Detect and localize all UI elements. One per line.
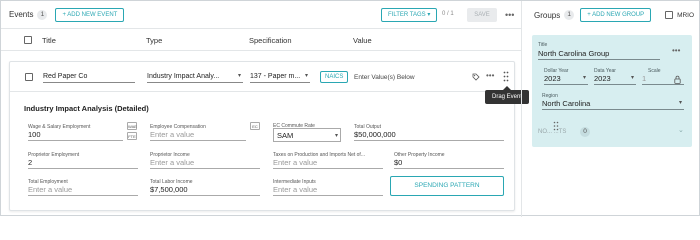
event-type-select[interactable]: Industry Impact Analy... ▾ <box>147 71 243 83</box>
chevron-down-icon: ▾ <box>678 100 682 106</box>
column-type: Type <box>146 36 163 45</box>
spending-pattern-button[interactable]: SPENDING PATTERN <box>390 176 504 196</box>
region-value: North Carolina <box>542 99 591 108</box>
panel-divider <box>521 1 522 217</box>
chevron-down-icon: ▾ <box>334 133 338 139</box>
taxes-input[interactable]: Enter a value <box>273 157 383 169</box>
group-card: Title North Carolina Group ••• Dollar Ye… <box>532 35 692 147</box>
other-property-income-input[interactable]: $0 <box>394 157 504 169</box>
group-events-label: NO... ...TS <box>538 129 567 135</box>
event-type-value: Industry Impact Analy... <box>147 73 220 80</box>
chevron-down-icon: ▾ <box>630 75 634 81</box>
groups-toolbar: Groups 1 + ADD NEW GROUP MRIO <box>522 1 700 29</box>
naics-button[interactable]: NAICS <box>320 71 349 83</box>
intermediate-inputs-input[interactable]: Enter a value <box>273 184 383 196</box>
total-employment-input[interactable]: Enter a value <box>28 184 138 196</box>
proprietor-employment-input[interactable]: 2 <box>28 157 138 169</box>
lock-icon[interactable] <box>674 75 681 84</box>
event-specification-select[interactable]: 137 - Paper m... ▾ <box>250 71 310 83</box>
column-title: Title <box>42 36 56 45</box>
dollar-year-value: 2023 <box>544 74 561 83</box>
total-output-input[interactable]: $50,000,000 <box>354 129 504 141</box>
chevron-down-icon: ▾ <box>582 75 586 81</box>
add-new-event-button[interactable]: + ADD NEW EVENT <box>55 7 125 22</box>
chevron-down-icon: ▾ <box>427 12 431 18</box>
save-button[interactable]: SAVE <box>467 8 497 22</box>
scale-value: 1 <box>642 74 647 83</box>
app-frame: Events 1 + ADD NEW EVENT FILTER TAGS ▾ 0… <box>0 0 700 217</box>
event-more-icon[interactable]: ••• <box>486 71 494 80</box>
drag-handle-icon[interactable] <box>503 71 509 82</box>
event-title-field[interactable]: Red Paper Co <box>43 71 135 83</box>
proprietor-income-input[interactable]: Enter a value <box>150 157 260 169</box>
filter-tags-label: FILTER TAGS <box>388 12 426 18</box>
mrio-label: MRIO <box>677 11 695 19</box>
wage-input[interactable]: 100 <box>28 129 123 141</box>
groups-title: Groups <box>534 10 561 20</box>
employee-compensation-input[interactable]: Enter a value <box>150 129 246 141</box>
mrio-checkbox[interactable] <box>665 11 674 19</box>
wae-badge[interactable]: WAE <box>127 122 137 130</box>
groups-count-badge: 1 <box>564 10 575 20</box>
selection-count: 0 / 1 <box>442 11 454 17</box>
column-specification: Specification <box>249 36 292 45</box>
tag-icon[interactable] <box>472 73 480 81</box>
region-select[interactable]: North Carolina ▾ <box>542 98 684 110</box>
event-specification-value: 137 - Paper m... <box>250 73 301 80</box>
chevron-down-icon: ▾ <box>237 73 241 79</box>
value-placeholder-text: Enter Value(s) Below <box>354 74 415 81</box>
add-new-group-button[interactable]: + ADD NEW GROUP <box>580 8 652 22</box>
data-year-select[interactable]: 2023 ▾ <box>594 73 636 85</box>
event-row: Red Paper Co Industry Impact Analy... ▾ … <box>10 62 514 92</box>
events-title: Events <box>9 10 34 19</box>
event-row-checkbox[interactable] <box>25 73 33 81</box>
data-year-value: 2023 <box>594 74 611 83</box>
group-title-input[interactable]: North Carolina Group <box>538 48 660 60</box>
commute-rate-value: SAM <box>277 131 294 140</box>
more-options-icon[interactable]: ••• <box>505 10 514 20</box>
total-labor-income-input[interactable]: $7,500,000 <box>150 184 260 196</box>
chevron-down-icon: ▾ <box>304 73 308 79</box>
column-value: Value <box>353 36 372 45</box>
details-section-title: Industry Impact Analysis (Detailed) <box>24 104 149 113</box>
commute-rate-select[interactable]: SAM ▾ <box>273 128 341 142</box>
ec-badge[interactable]: EC <box>250 122 260 130</box>
drag-event-tooltip: Drag Event <box>485 86 529 104</box>
group-events-count: 0 <box>580 127 590 137</box>
chevron-down-icon[interactable]: ⌄ <box>678 126 684 134</box>
events-count-badge: 1 <box>37 9 48 20</box>
group-more-icon[interactable]: ••• <box>672 46 680 55</box>
select-all-checkbox[interactable] <box>24 36 32 44</box>
event-card: Red Paper Co Industry Impact Analy... ▾ … <box>9 61 515 211</box>
fte-badge[interactable]: FTE <box>127 132 137 140</box>
dollar-year-select[interactable]: 2023 ▾ <box>544 73 588 85</box>
events-table-header: Title Type Specification Value <box>1 29 521 51</box>
filter-tags-button[interactable]: FILTER TAGS ▾ <box>381 8 438 22</box>
